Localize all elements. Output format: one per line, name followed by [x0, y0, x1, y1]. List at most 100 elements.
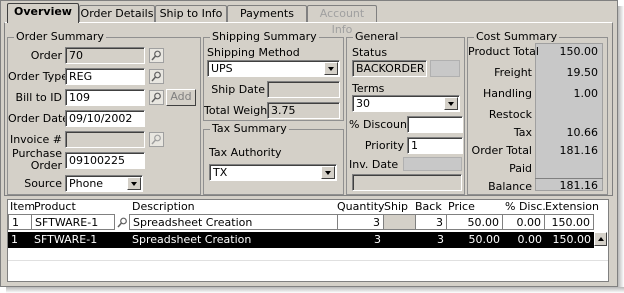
order-label: Order — [30, 49, 62, 62]
general-group: General Status BACKORDER Terms 30 % Disc… — [346, 31, 465, 195]
col-header-item[interactable]: Item — [10, 200, 35, 213]
terms-value: 30 — [356, 97, 370, 110]
overview-panel: Order Summary Order 70 Order Type REG Bi… — [4, 22, 613, 196]
order-window: Overview Order Details Ship to Info Paym… — [0, 0, 618, 287]
invoice-label: Invoice # — [9, 133, 62, 146]
general-note-field[interactable] — [352, 174, 462, 191]
shipping-method-value: UPS — [211, 62, 233, 75]
priority-label: Priority — [364, 139, 404, 152]
chevron-down-icon[interactable] — [324, 62, 338, 75]
tab-ship-to-info[interactable]: Ship to Info — [155, 5, 227, 22]
balance-label: Balance — [488, 180, 532, 193]
col-header-description[interactable]: Description — [132, 200, 195, 213]
row-description-cell[interactable]: Spreadsheet Creation — [129, 214, 338, 230]
tab-payments[interactable]: Payments — [227, 5, 307, 22]
source-value: Phone — [69, 177, 104, 190]
restock-value — [535, 108, 603, 122]
shipping-summary-group: Shipping Summary Shipping Method UPS Shi… — [203, 31, 344, 121]
chevron-down-icon[interactable] — [321, 166, 335, 179]
cost-summary-title: Cost Summary — [474, 30, 560, 43]
order-total-value: 181.16 — [559, 144, 599, 157]
row-ship-cell[interactable] — [383, 214, 416, 230]
shipping-method-label: Shipping Method — [207, 46, 300, 59]
priority-field[interactable]: 1 — [407, 137, 463, 154]
row-extension-cell[interactable]: 150.00 — [544, 214, 594, 230]
order-date-field[interactable]: 09/10/2002 — [65, 110, 145, 127]
row-price-cell[interactable]: 50.00 — [446, 232, 503, 248]
order-date-label: Order Date — [8, 112, 70, 125]
shipping-method-select[interactable]: UPS — [207, 60, 340, 77]
discount-field[interactable] — [407, 116, 463, 133]
tax-authority-value: TX — [213, 166, 228, 179]
row-back-cell[interactable]: 3 — [415, 232, 447, 248]
invoice-field[interactable] — [65, 131, 145, 148]
order-type-lookup-icon[interactable] — [149, 69, 164, 84]
grid-divider — [8, 260, 608, 261]
tax-authority-select[interactable]: TX — [209, 164, 337, 181]
terms-select[interactable]: 30 — [352, 95, 460, 112]
bill-to-lookup-icon[interactable] — [149, 90, 164, 105]
tab-order-details[interactable]: Order Details — [79, 5, 155, 22]
tab-overview[interactable]: Overview — [7, 3, 79, 23]
freight-value: 19.50 — [566, 66, 599, 79]
row-extension-cell[interactable]: 150.00 — [544, 232, 594, 248]
chevron-down-icon[interactable] — [444, 97, 458, 110]
product-lookup-icon[interactable] — [115, 215, 129, 229]
order-summary-group: Order Summary Order 70 Order Type REG Bi… — [7, 31, 201, 195]
discount-label: % Discount — [349, 118, 412, 131]
invoice-lookup-icon[interactable] — [149, 132, 164, 147]
order-type-field[interactable]: REG — [65, 68, 145, 85]
row-item-cell[interactable]: 1 — [8, 232, 32, 248]
row-quantity-cell[interactable]: 3 — [337, 232, 384, 248]
order-total-label: Order Total — [471, 144, 532, 157]
tax-authority-label: Tax Authority — [209, 146, 282, 159]
row-description-cell[interactable]: Spreadsheet Creation — [129, 232, 338, 248]
col-header-product[interactable]: Product — [34, 200, 76, 213]
source-select[interactable]: Phone — [65, 175, 143, 192]
terms-label: Terms — [352, 82, 385, 95]
paid-value — [535, 162, 603, 176]
order-type-label: Order Type — [8, 70, 69, 83]
total-weight-field[interactable]: 3.75 — [267, 102, 340, 119]
add-button[interactable]: Add — [166, 89, 196, 106]
col-header-disc[interactable]: % Disc. — [505, 200, 546, 213]
col-header-back[interactable]: Back — [415, 200, 442, 213]
purchase-order-label-2: Order — [30, 159, 62, 172]
col-header-quantity[interactable]: Quantity — [337, 200, 385, 213]
bill-to-field[interactable]: 109 — [65, 89, 145, 106]
tax-summary-title: Tax Summary — [210, 122, 289, 135]
row-price-cell[interactable]: 50.00 — [446, 214, 503, 230]
tax-summary-group: Tax Summary Tax Authority TX — [203, 123, 344, 195]
tab-account-info[interactable]: Account Info — [307, 5, 377, 36]
status-extra-field — [430, 60, 460, 77]
row-disc-cell[interactable]: 0.00 — [502, 214, 545, 230]
shipping-summary-title: Shipping Summary — [210, 30, 319, 43]
order-field[interactable]: 70 — [65, 47, 145, 64]
row-product-cell[interactable]: SFTWARE-1 — [31, 232, 115, 248]
arrow-up-icon[interactable] — [594, 232, 607, 246]
inv-date-label: Inv. Date — [349, 158, 399, 171]
table-row-selected[interactable]: 1 SFTWARE-1 Spreadsheet Creation 3 3 50.… — [8, 232, 594, 248]
row-quantity-cell[interactable]: 3 — [337, 214, 384, 230]
order-summary-title: Order Summary — [14, 30, 106, 43]
order-lookup-icon[interactable] — [149, 48, 164, 63]
line-items-grid: Item Product Description Quantity Ship B… — [7, 199, 609, 282]
balance-value: 181.16 — [535, 178, 603, 192]
status-field[interactable]: BACKORDER — [352, 60, 427, 77]
freight-label: Freight — [494, 66, 532, 79]
row-item-cell[interactable]: 1 — [8, 214, 32, 230]
row-back-cell[interactable]: 3 — [415, 214, 447, 230]
restock-label: Restock — [488, 108, 532, 121]
purchase-order-field[interactable]: 09100225 — [65, 152, 145, 169]
cost-summary-group: Cost Summary Product Total 150.00 Freigh… — [467, 31, 608, 195]
ship-date-field[interactable] — [267, 81, 340, 98]
col-header-price[interactable]: Price — [448, 200, 475, 213]
row-ship-cell[interactable] — [383, 232, 416, 248]
handling-label: Handling — [482, 87, 532, 100]
col-header-ship[interactable]: Ship — [384, 200, 408, 213]
col-header-extension[interactable]: Extension — [545, 200, 599, 213]
row-disc-cell[interactable]: 0.00 — [502, 232, 545, 248]
status-label: Status — [352, 46, 388, 59]
row-product-cell[interactable]: SFTWARE-1 — [31, 214, 115, 230]
chevron-down-icon[interactable] — [127, 177, 141, 190]
